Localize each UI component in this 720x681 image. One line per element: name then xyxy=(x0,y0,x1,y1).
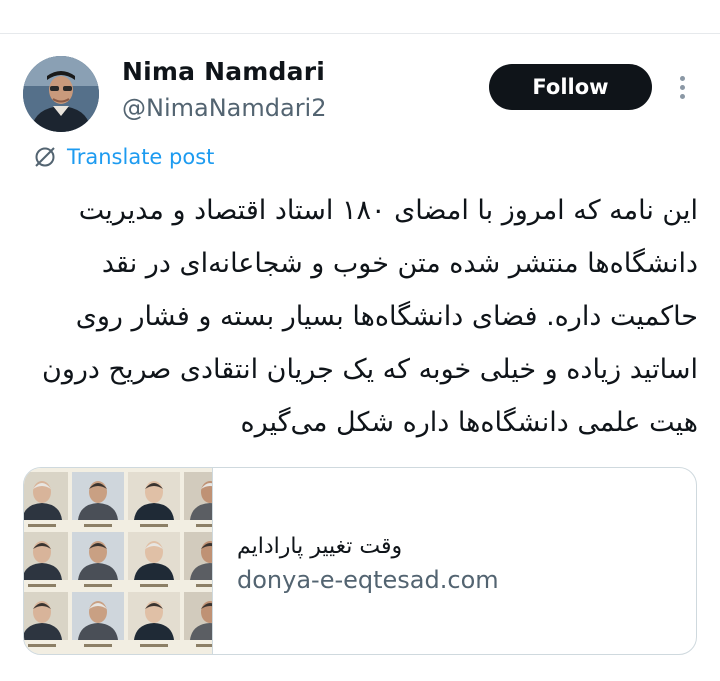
author-avatar[interactable] xyxy=(23,56,99,132)
link-card-domain: donya-e-eqtesad.com xyxy=(237,566,499,594)
top-divider xyxy=(0,33,720,34)
portrait-tile xyxy=(184,472,212,530)
author-display-name[interactable]: Nima Namdari xyxy=(122,57,325,86)
post-text: این نامه که امروز با امضای ۱۸۰ استاد اقت… xyxy=(42,195,698,438)
portrait-tile xyxy=(24,472,68,530)
portrait-tile xyxy=(72,532,124,590)
translate-post-link[interactable]: Translate post xyxy=(33,142,214,172)
author-handle[interactable]: @NimaNamdari2 xyxy=(122,94,327,122)
portrait-tile xyxy=(72,472,124,530)
portrait-tile xyxy=(24,532,68,590)
more-vertical-icon xyxy=(679,75,685,81)
translate-icon xyxy=(35,147,55,167)
link-preview-card[interactable]: وقت تغییر پارادایم donya-e-eqtesad.com xyxy=(23,467,697,655)
portrait-tile xyxy=(184,592,212,650)
portrait-grid-image xyxy=(24,472,212,650)
more-options-button[interactable] xyxy=(672,72,692,102)
link-card-title: وقت تغییر پارادایم xyxy=(237,534,403,559)
follow-button[interactable]: Follow xyxy=(489,64,652,110)
profile-photo-icon xyxy=(23,56,99,132)
translate-post-label: Translate post xyxy=(67,145,215,169)
portrait-tile xyxy=(24,592,68,650)
portrait-tile xyxy=(72,592,124,650)
link-card-thumbnail xyxy=(24,468,213,654)
portrait-tile xyxy=(128,592,180,650)
portrait-tile xyxy=(128,472,180,530)
portrait-tile xyxy=(128,532,180,590)
portrait-tile xyxy=(184,532,212,590)
